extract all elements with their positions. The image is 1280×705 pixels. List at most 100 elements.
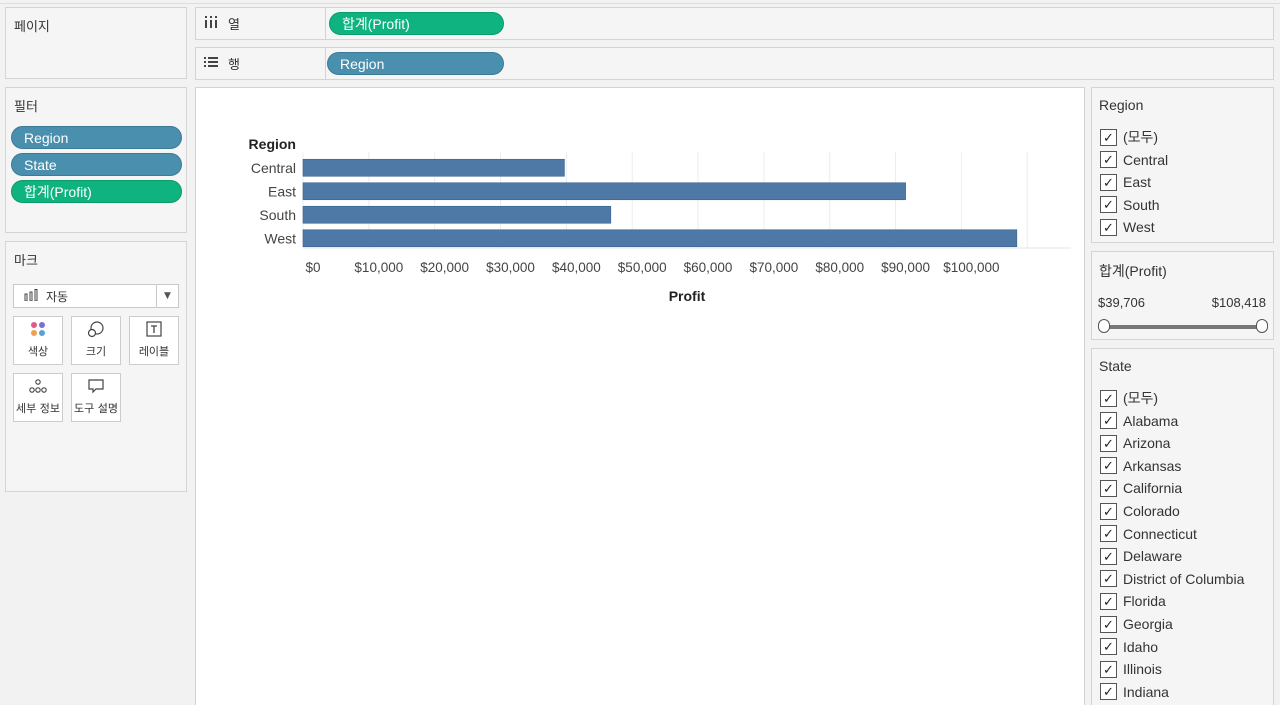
region_filter-checkbox-label: South	[1123, 196, 1160, 213]
checkbox-checked-icon[interactable]: ✓	[1100, 547, 1117, 565]
region_filter-checkbox-label: (모두)	[1123, 129, 1159, 145]
x-tick-label: $90,000	[881, 260, 930, 275]
state_filter-checkbox-label: Arizona	[1123, 435, 1171, 452]
pages-title: 페이지	[14, 20, 50, 35]
x-tick-label: $40,000	[552, 260, 601, 275]
bar-west	[302, 229, 1018, 248]
state_filter-checkbox-row[interactable]: ✓ Florida	[1100, 591, 1166, 611]
filter-pill-region[interactable]: Region	[11, 126, 182, 149]
checkbox-checked-icon[interactable]: ✓	[1100, 434, 1117, 452]
checkbox-checked-icon[interactable]: ✓	[1100, 173, 1117, 191]
checkbox-checked-icon[interactable]: ✓	[1100, 502, 1117, 520]
checkbox-checked-icon[interactable]: ✓	[1100, 412, 1117, 430]
checkbox-checked-icon[interactable]: ✓	[1100, 457, 1117, 475]
profit-slider-min-handle[interactable]	[1098, 319, 1110, 333]
state_filter-checkbox-row[interactable]: ✓ Delaware	[1100, 546, 1182, 566]
state_filter-checkbox-label: Illinois	[1123, 661, 1162, 678]
state_filter-checkbox-row[interactable]: ✓ Arkansas	[1100, 456, 1181, 476]
profit-slider-max-handle[interactable]	[1256, 319, 1268, 333]
state_filter-checkbox-label: Arkansas	[1123, 457, 1182, 474]
category-label: South	[259, 207, 296, 223]
columns-label: 열	[228, 18, 240, 33]
state_filter-checkbox-label: (모두)	[1123, 390, 1159, 406]
region-filter-card: Region ✓ (모두) ✓ Central ✓ East ✓ South ✓ West	[1091, 87, 1274, 243]
state_filter-checkbox-label: Alabama	[1123, 412, 1179, 429]
state_filter-checkbox-row[interactable]: ✓ Idaho	[1100, 637, 1158, 657]
columns-shelf[interactable]: 열 합계(Profit)	[195, 7, 1274, 40]
profit-max-value: $108,418	[1211, 295, 1266, 310]
columns-icon	[204, 15, 218, 33]
state_filter-checkbox-label: Colorado	[1123, 503, 1180, 519]
state_filter-checkbox-row[interactable]: ✓ Georgia	[1100, 614, 1173, 634]
filters-title: 필터	[14, 100, 38, 115]
marks-size-label: 크기	[85, 345, 107, 358]
checkbox-checked-icon[interactable]: ✓	[1100, 660, 1117, 678]
checkbox-checked-icon[interactable]: ✓	[1100, 570, 1117, 588]
checkbox-checked-icon[interactable]: ✓	[1100, 592, 1117, 610]
marks-detail-button[interactable]: 세부 정보	[13, 373, 63, 422]
region_filter-checkbox-label: East	[1123, 174, 1152, 191]
checkbox-checked-icon[interactable]: ✓	[1100, 638, 1117, 656]
filter-pill-state[interactable]: State	[11, 153, 182, 176]
marks-label-button[interactable]: 레이블	[129, 316, 179, 365]
checkbox-checked-icon[interactable]: ✓	[1100, 615, 1117, 633]
checkbox-checked-icon[interactable]: ✓	[1100, 196, 1117, 214]
marks-size-button[interactable]: 크기	[71, 316, 121, 365]
state_filter-checkbox-row[interactable]: ✓ Arizona	[1100, 433, 1170, 453]
chevron-down-icon[interactable]: ▼	[156, 285, 178, 307]
visualization-area[interactable]: Region Central East South West $0 $10,000 $20,0…	[195, 87, 1085, 705]
region_filter-checkbox-row[interactable]: ✓ Central	[1100, 150, 1168, 170]
region_filter-checkbox-row[interactable]: ✓ West	[1100, 217, 1155, 237]
state_filter-checkbox-row[interactable]: ✓ Alabama	[1100, 411, 1178, 431]
profit-slider-track[interactable]	[1104, 325, 1262, 329]
checkbox-checked-icon[interactable]: ✓	[1100, 128, 1117, 146]
checkbox-checked-icon[interactable]: ✓	[1100, 525, 1117, 543]
marks-label-label: 레이블	[138, 345, 170, 358]
state_filter-checkbox-row[interactable]: ✓ Colorado	[1100, 501, 1180, 521]
state_filter-checkbox-row[interactable]: ✓ Illinois	[1100, 659, 1162, 679]
marks-color-label: 색상	[27, 345, 49, 358]
checkbox-checked-icon[interactable]: ✓	[1100, 479, 1117, 497]
state-filter-card: State ✓ (모두) ✓ Alabama ✓ Arizona ✓ Arkansas ✓ Cal…	[1091, 348, 1274, 705]
marks-color-button[interactable]: 색상	[13, 316, 63, 365]
region_filter-checkbox-row[interactable]: ✓ South	[1100, 195, 1160, 215]
top-toolbar-strip	[0, 0, 1280, 4]
checkbox-checked-icon[interactable]: ✓	[1100, 683, 1117, 701]
state_filter-checkbox-label: Georgia	[1123, 616, 1173, 632]
rows-shelf[interactable]: 행 Region	[195, 47, 1274, 80]
filters-panel: 필터 Region State 합계(Profit)	[5, 87, 187, 233]
checkbox-checked-icon[interactable]: ✓	[1100, 389, 1117, 407]
mark-type-select[interactable]: 자동 ▼	[13, 284, 179, 308]
x-axis-title: Profit	[669, 288, 706, 304]
x-tick-label: $100,000	[943, 260, 999, 275]
state_filter-checkbox-row[interactable]: ✓ Indiana	[1100, 682, 1169, 702]
state_filter-checkbox-row[interactable]: ✓ District of Columbia	[1100, 569, 1244, 589]
state_filter-checkbox-row[interactable]: ✓ (모두)	[1100, 388, 1158, 408]
bar-east	[302, 182, 906, 201]
profit-filter-title: 합계(Profit)	[1099, 263, 1167, 279]
bar-central	[302, 158, 565, 177]
bar-chart-icon	[24, 288, 40, 304]
state_filter-checkbox-row[interactable]: ✓ California	[1100, 478, 1182, 498]
checkbox-checked-icon[interactable]: ✓	[1100, 218, 1117, 236]
marks-tooltip-button[interactable]: 도구 설명	[71, 373, 121, 422]
checkbox-checked-icon[interactable]: ✓	[1100, 151, 1117, 169]
state_filter-checkbox-label: Indiana	[1123, 683, 1169, 700]
category-label: Central	[251, 160, 296, 176]
region_filter-checkbox-row[interactable]: ✓ (모두)	[1100, 127, 1158, 147]
label-icon	[146, 318, 162, 340]
x-tick-label: $50,000	[618, 260, 667, 275]
rows-shelf-label: 행	[196, 48, 326, 79]
columns-pill-profit[interactable]: 합계(Profit)	[329, 12, 504, 35]
state_filter-checkbox-row[interactable]: ✓ Connecticut	[1100, 524, 1197, 544]
filter-pill-profit[interactable]: 합계(Profit)	[11, 180, 182, 203]
detail-icon	[28, 375, 48, 397]
state_filter-checkbox-label: Florida	[1123, 593, 1166, 610]
marks-title: 마크	[14, 254, 38, 269]
row-header-label: Region	[249, 136, 296, 152]
marks-detail-label: 세부 정보	[16, 402, 60, 415]
rows-pill-region[interactable]: Region	[327, 52, 504, 75]
state_filter-checkbox-label: Connecticut	[1123, 525, 1197, 542]
bar-chart: Region Central East South West $0 $10,000 $20,0…	[249, 136, 1071, 304]
region_filter-checkbox-row[interactable]: ✓ East	[1100, 172, 1151, 192]
